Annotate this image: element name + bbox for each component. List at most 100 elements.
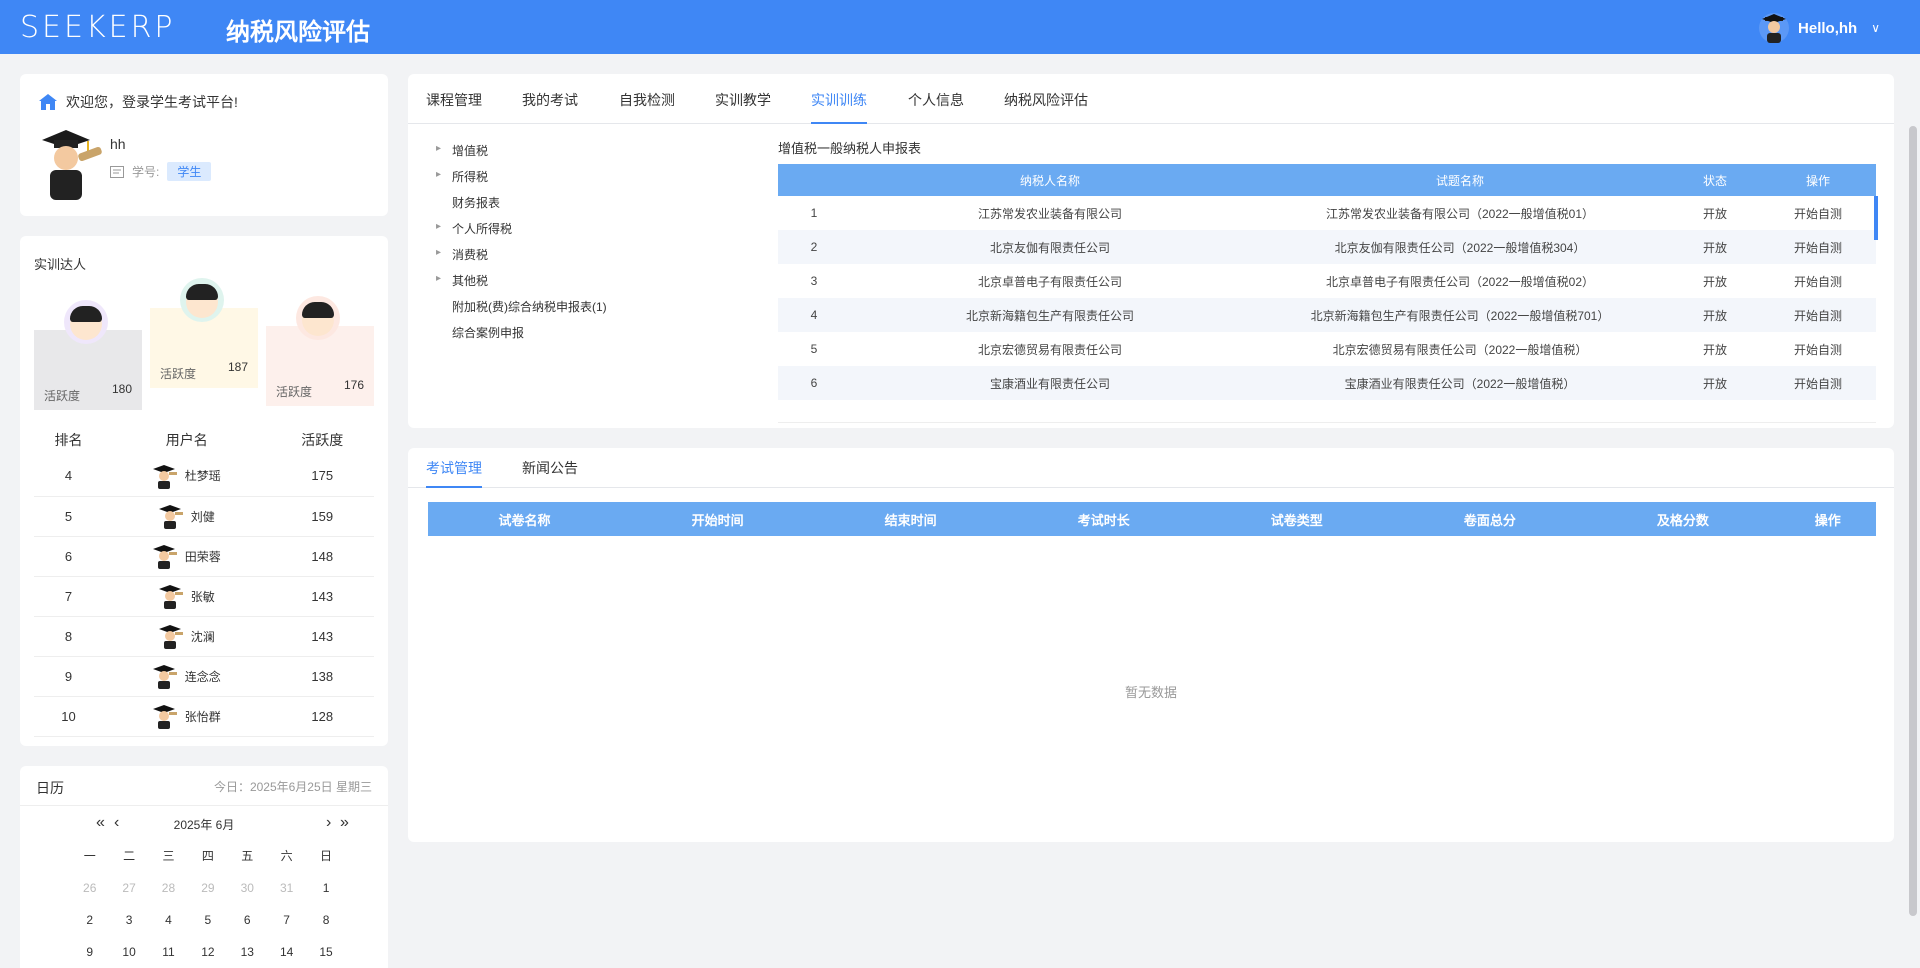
company-name: 北京友伽有限责任公司 — [850, 230, 1250, 264]
tree-item[interactable]: ▸ 增值税 — [436, 142, 607, 168]
status-text: 开放 — [1670, 230, 1760, 264]
start-self-test-button[interactable]: 开始自测 — [1760, 332, 1876, 366]
calendar-day[interactable]: 15 — [306, 942, 345, 962]
calendar-day[interactable]: 6 — [228, 910, 267, 930]
tree-item-label[interactable]: 所得税 — [452, 170, 488, 184]
start-self-test-button[interactable]: 开始自测 — [1760, 298, 1876, 332]
exam-col-header: 开始时间 — [621, 502, 815, 536]
start-self-test-button[interactable]: 开始自测 — [1760, 264, 1876, 298]
tab-item[interactable]: 纳税风险评估 — [1004, 90, 1088, 110]
company-name: 北京宏德贸易有限责任公司 — [977, 342, 1122, 357]
rank-number: 5 — [34, 496, 103, 537]
calendar-day[interactable]: 3 — [109, 910, 148, 930]
calendar-day[interactable]: 2 — [70, 910, 109, 930]
rank-score: 143 — [270, 576, 374, 617]
tree-item-label[interactable]: 个人所得税 — [452, 222, 512, 236]
tree-item[interactable]: ▸ 其他税 — [436, 272, 607, 298]
tree-item[interactable]: ▸ 个人所得税 — [436, 220, 607, 246]
col-action: 操作 — [1760, 164, 1876, 196]
tab-item[interactable]: 课程管理 — [426, 90, 482, 110]
status-text: 开放 — [1702, 274, 1727, 289]
calendar-day[interactable]: 12 — [188, 942, 227, 962]
start-self-test-button[interactable]: 开始自测 — [1760, 196, 1876, 230]
start-self-test-button[interactable]: 开始自测 — [1760, 230, 1876, 264]
top-header: SEEKERP 纳税风险评估 Hello,hh ∨ — [0, 0, 1920, 54]
tree-item[interactable]: ▸ 消费税 — [436, 246, 607, 272]
calendar-day[interactable]: 28 — [149, 878, 188, 898]
calendar-day[interactable]: 1 — [306, 878, 345, 898]
calendar-day[interactable]: 27 — [109, 878, 148, 898]
student-name: hh — [110, 136, 126, 152]
tax-tree: ▸ 增值税 ▸ 所得税财务报表 ▸ 个人所得税 ▸ 消费税 ▸ 其他税附加税(费)综合纳税申报表(… — [436, 142, 607, 350]
podium-value: 187 — [227, 360, 248, 374]
calendar-day[interactable]: 5 — [188, 910, 227, 930]
scrollbar-thumb[interactable] — [1909, 126, 1917, 916]
podium-label: 活跃度 — [276, 385, 313, 399]
calendar-day[interactable]: 29 — [188, 878, 227, 898]
calendar-grid: 一二三四五六日 26 27 28 29 30 31 1 2 3 4 5 6 7 8 9 10 11 12 13 14 15 — [70, 846, 362, 962]
tab-item[interactable]: 我的考试 — [522, 90, 578, 110]
podium-value: 176 — [343, 378, 364, 392]
rank-user-cell: 刘健 — [102, 496, 271, 537]
calendar-day[interactable]: 10 — [109, 942, 148, 962]
ranking-title: 实训达人 — [34, 257, 87, 272]
col-index — [778, 164, 850, 196]
chevron-down-icon[interactable]: ∨ — [1871, 21, 1880, 35]
page-scrollbar[interactable] — [1906, 54, 1920, 968]
bottom-tab-item[interactable]: 新闻公告 — [522, 458, 578, 478]
tree-item[interactable]: 附加税(费)综合纳税申报表(1) — [436, 298, 607, 324]
tab-item[interactable]: 个人信息 — [908, 90, 964, 110]
tree-item-label[interactable]: 综合案例申报 — [452, 326, 524, 340]
tree-item-label[interactable]: 消费税 — [452, 248, 488, 262]
user-avatar-icon[interactable] — [1758, 12, 1790, 44]
weekday-label: 二 — [123, 849, 136, 863]
calendar-day[interactable]: 11 — [149, 942, 188, 962]
start-self-test-button[interactable]: 开始自测 — [1760, 366, 1876, 400]
ranking-header-row: 排名 用户名 活跃度 — [34, 424, 374, 456]
next-year-button[interactable]: » — [340, 814, 349, 832]
table-scroll-indicator[interactable] — [1874, 196, 1878, 240]
caret-right-icon[interactable]: ▸ — [436, 143, 441, 154]
rank-username: 刘健 — [190, 509, 215, 524]
exam-table: 试卷名称 开始时间 结束时间 考试时长 试卷类型 卷面总分 及格分数 操作 — [428, 502, 1876, 536]
next-month-button[interactable]: › — [326, 814, 331, 832]
tree-item-label[interactable]: 增值税 — [452, 144, 488, 158]
exam-col-header: 试卷名称 — [428, 502, 622, 536]
user-avatar-icon — [152, 464, 177, 489]
content-title: 增值税一般纳税人申报表 — [778, 141, 922, 156]
caret-right-icon[interactable]: ▸ — [436, 221, 441, 232]
calendar-day[interactable]: 26 — [70, 878, 109, 898]
tree-item-label[interactable]: 附加税(费)综合纳税申报表(1) — [452, 300, 607, 314]
tree-item-label[interactable]: 财务报表 — [452, 196, 500, 210]
logo[interactable]: SEEKERP — [20, 10, 176, 45]
calendar-day[interactable]: 13 — [228, 942, 267, 962]
exam-name: 北京宏德贸易有限责任公司（2022一般增值税） — [1332, 342, 1588, 357]
tree-item[interactable]: ▸ 所得税 — [436, 168, 607, 194]
calendar-day[interactable]: 4 — [149, 910, 188, 930]
exam-table-header: 试卷名称 开始时间 结束时间 考试时长 试卷类型 卷面总分 及格分数 操作 — [428, 502, 1876, 536]
calendar-day[interactable]: 30 — [228, 878, 267, 898]
calendar-day[interactable]: 9 — [70, 942, 109, 962]
exam-col-header: 操作 — [1779, 502, 1876, 536]
user-menu[interactable]: Hello,hh ∨ — [1758, 12, 1880, 44]
ranking-table: 排名 用户名 活跃度 4 杜梦瑶 175 5 刘健 159 6 田荣蓉 148 7 张敏 143 8 沈澜… — [34, 424, 374, 737]
tab-item[interactable]: 实训教学 — [715, 90, 771, 110]
calendar-day[interactable]: 31 — [267, 878, 306, 898]
company-name: 江苏常发农业装备有限公司 — [977, 206, 1122, 221]
bottom-tab-item[interactable]: 考试管理 — [426, 458, 482, 478]
tree-item[interactable]: 综合案例申报 — [436, 324, 607, 350]
caret-right-icon[interactable]: ▸ — [436, 273, 441, 284]
caret-right-icon[interactable]: ▸ — [436, 247, 441, 258]
user-avatar-icon — [158, 585, 183, 609]
row-index: 6 — [778, 366, 850, 400]
calendar-month: 2025年 6月 — [173, 818, 235, 832]
calendar-day[interactable]: 8 — [306, 910, 345, 930]
tree-item[interactable]: 财务报表 — [436, 194, 607, 220]
calendar-day[interactable]: 7 — [267, 910, 306, 930]
tab-item[interactable]: 实训训练 — [811, 90, 867, 110]
caret-right-icon[interactable]: ▸ — [436, 169, 441, 180]
user-greeting[interactable]: Hello,hh — [1798, 20, 1857, 37]
calendar-day[interactable]: 14 — [267, 942, 306, 962]
tree-item-label[interactable]: 其他税 — [452, 274, 488, 288]
tab-item[interactable]: 自我检测 — [619, 90, 675, 110]
